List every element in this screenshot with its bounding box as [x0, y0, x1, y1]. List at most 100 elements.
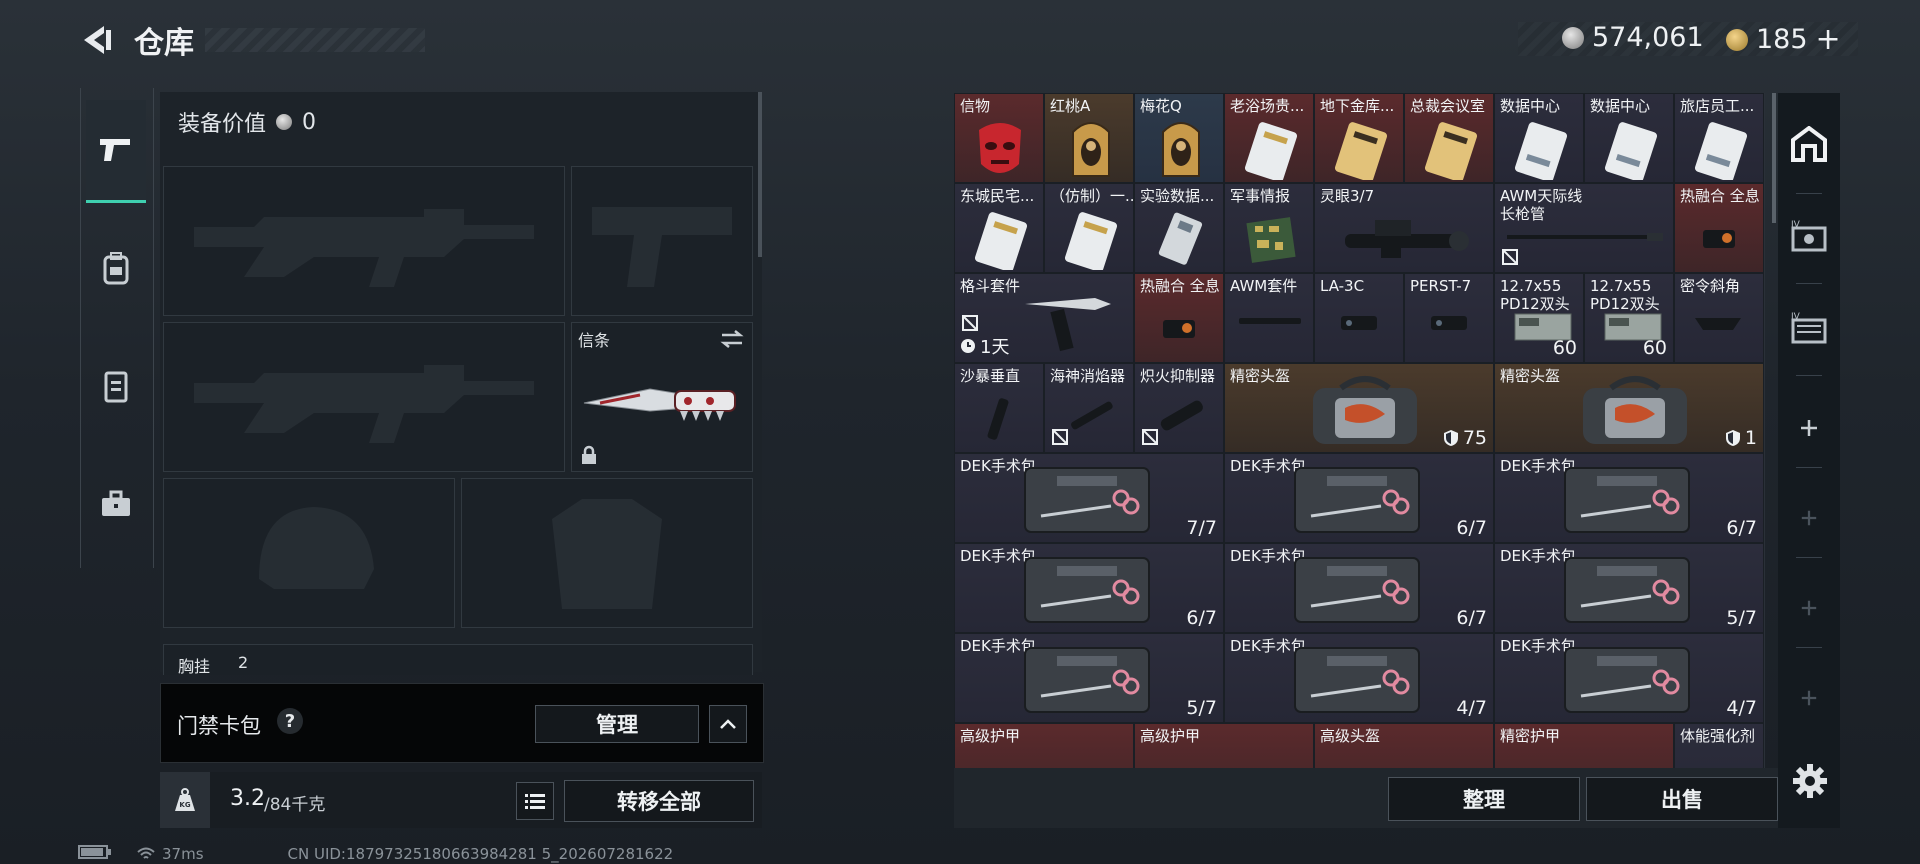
inventory-item[interactable]: 数据中心 — [1494, 93, 1584, 183]
inventory-item[interactable]: 格斗套件 1天 — [954, 273, 1134, 363]
chest-rig-slot[interactable]: 胸挂 2 — [163, 644, 753, 676]
list-view-button[interactable] — [516, 782, 554, 820]
storage-tab-4b[interactable]: IV — [1786, 305, 1832, 351]
inventory-item[interactable]: DEK手术包 6/7 — [954, 543, 1224, 633]
helmet-bag-image — [1583, 376, 1687, 444]
sidearm-slot[interactable] — [571, 166, 753, 316]
svg-text:IV: IV — [1791, 312, 1801, 322]
inventory-item[interactable]: DEK手术包 5/7 — [1494, 543, 1764, 633]
inventory-item[interactable]: 沙暴垂直 — [954, 363, 1044, 453]
inventory-item[interactable]: 实验数据... — [1134, 183, 1224, 273]
inventory-item[interactable]: 精密头盔 75 — [1224, 363, 1494, 453]
item-name: 数据中心 — [1500, 97, 1561, 115]
item-count: 5/7 — [1726, 607, 1757, 629]
inventory-item[interactable]: 密令斜角 — [1674, 273, 1764, 363]
tab-gear[interactable] — [86, 218, 146, 318]
inventory-item[interactable]: DEK手术包 6/7 — [1494, 453, 1764, 543]
suppressor-icon — [1160, 400, 1203, 431]
inventory-item[interactable]: 热融合 全息 — [1674, 183, 1764, 273]
keycard-case-bar: 门禁卡包 ? 管理 — [160, 683, 764, 763]
inventory-item[interactable]: AWM套件 — [1224, 273, 1314, 363]
add-storage-button[interactable] — [1786, 405, 1832, 451]
inventory-item[interactable]: 旅店员工... — [1674, 93, 1764, 183]
inventory-item[interactable]: DEK手术包 6/7 — [1224, 543, 1494, 633]
inventory-item[interactable]: PERST-7 — [1404, 273, 1494, 363]
inventory-item[interactable]: 高级护甲 — [954, 723, 1134, 768]
inventory-item[interactable]: 军事情报 — [1224, 183, 1314, 273]
inventory-item[interactable]: 海神消焰器 — [1044, 363, 1134, 453]
inventory-item[interactable]: DEK手术包 7/7 — [954, 453, 1224, 543]
inventory-item[interactable]: DEK手术包 4/7 — [1224, 633, 1494, 723]
primary-weapon-slot[interactable] — [163, 166, 565, 316]
inventory-item[interactable]: 12.7x55 PD12双头 60 — [1494, 273, 1584, 363]
item-count: 6/7 — [1186, 607, 1217, 629]
sight-icon — [1163, 320, 1195, 338]
item-count: 5/7 — [1186, 697, 1217, 719]
gold-plus-button[interactable]: + — [1816, 22, 1841, 57]
intel-board-icon — [1246, 217, 1296, 263]
inventory-item[interactable]: DEK手术包 4/7 — [1494, 633, 1764, 723]
inventory-item[interactable]: 灵眼3/7 — [1314, 183, 1494, 273]
divider — [1796, 647, 1822, 648]
sell-button[interactable]: 出售 — [1586, 777, 1778, 821]
tab-vest[interactable] — [86, 336, 146, 436]
tab-case[interactable] — [86, 454, 146, 554]
inventory-item[interactable]: 炽火抑制器 — [1134, 363, 1224, 453]
inventory-item[interactable]: 总裁会议室 — [1404, 93, 1494, 183]
gold-currency[interactable]: 185 + — [1726, 22, 1841, 57]
page-title: 仓库 — [134, 26, 194, 61]
add-storage-button[interactable] — [1786, 495, 1832, 541]
back-arrow-icon[interactable] — [78, 22, 114, 58]
inventory-item[interactable]: LA-3C — [1314, 273, 1404, 363]
card-icon — [1162, 122, 1200, 177]
inventory-item[interactable]: （仿制）一... — [1044, 183, 1134, 273]
manage-button[interactable]: 管理 — [535, 705, 699, 743]
settings-gear-icon[interactable] — [1791, 762, 1829, 800]
inventory-item[interactable]: 精密护甲 — [1494, 723, 1674, 768]
inventory-item[interactable]: 老浴场贵... — [1224, 93, 1314, 183]
storage-tab-4a[interactable]: IV — [1786, 213, 1832, 259]
inventory-scrollbar[interactable] — [1772, 93, 1776, 223]
armor-slot[interactable] — [461, 478, 753, 628]
inventory-item[interactable]: 高级护甲 — [1134, 723, 1314, 768]
storage-crate-icon: IV — [1791, 312, 1827, 344]
inventory-grid: 信物 红桃A 梅花Q 老浴场贵... 地下金库... 总裁会议室 数据中心 数据… — [954, 93, 1765, 768]
item-name: 红桃A — [1050, 97, 1091, 115]
inventory-item[interactable]: 数据中心 — [1584, 93, 1674, 183]
storage-sidebar: IV IV — [1778, 93, 1840, 828]
keycard-icon — [1064, 212, 1118, 270]
tab-weapons[interactable] — [86, 100, 146, 203]
inventory-item[interactable]: 东城民宅... — [954, 183, 1044, 273]
divider — [1796, 467, 1822, 468]
uid-text: CN UID:18797325180663984281 5_2026072816… — [287, 845, 674, 863]
inventory-item[interactable]: 红桃A — [1044, 93, 1134, 183]
inventory-item[interactable]: 梅花Q — [1134, 93, 1224, 183]
inventory-item[interactable]: 高级头盔 — [1314, 723, 1494, 768]
inventory-item[interactable]: 体能强化剂 — [1674, 723, 1764, 768]
divider — [1796, 557, 1822, 558]
inventory-item[interactable]: 信物 — [954, 93, 1044, 183]
inventory-item[interactable]: DEK手术包 5/7 — [954, 633, 1224, 723]
collapse-button[interactable] — [709, 705, 747, 743]
inventory-item[interactable]: DEK手术包 6/7 — [1224, 453, 1494, 543]
equipment-scrollbar[interactable] — [758, 92, 762, 257]
add-storage-button[interactable] — [1786, 585, 1832, 631]
warehouse-tab[interactable] — [1786, 121, 1832, 167]
transfer-all-button[interactable]: 转移全部 — [564, 780, 754, 822]
backpack-icon — [103, 252, 129, 285]
inventory-item[interactable]: 地下金库... — [1314, 93, 1404, 183]
add-storage-button[interactable] — [1786, 675, 1832, 721]
melee-slot[interactable]: 信条 — [571, 322, 753, 472]
secondary-weapon-slot[interactable] — [163, 322, 565, 472]
plus-icon — [1801, 600, 1817, 616]
inventory-item[interactable]: 热融合 全息 — [1134, 273, 1224, 363]
helmet-slot[interactable] — [163, 478, 455, 628]
help-icon[interactable]: ? — [277, 708, 303, 734]
organize-button[interactable]: 整理 — [1388, 777, 1580, 821]
inventory-item[interactable]: 12.7x55 PD12双头 60 — [1584, 273, 1674, 363]
no-insurance-icon — [1052, 429, 1068, 445]
inventory-item[interactable]: AWM天际线 长枪管 — [1494, 183, 1674, 273]
item-name: 数据中心 — [1590, 97, 1651, 115]
swap-icon[interactable] — [720, 329, 744, 349]
inventory-item[interactable]: 精密头盔 1 — [1494, 363, 1764, 453]
